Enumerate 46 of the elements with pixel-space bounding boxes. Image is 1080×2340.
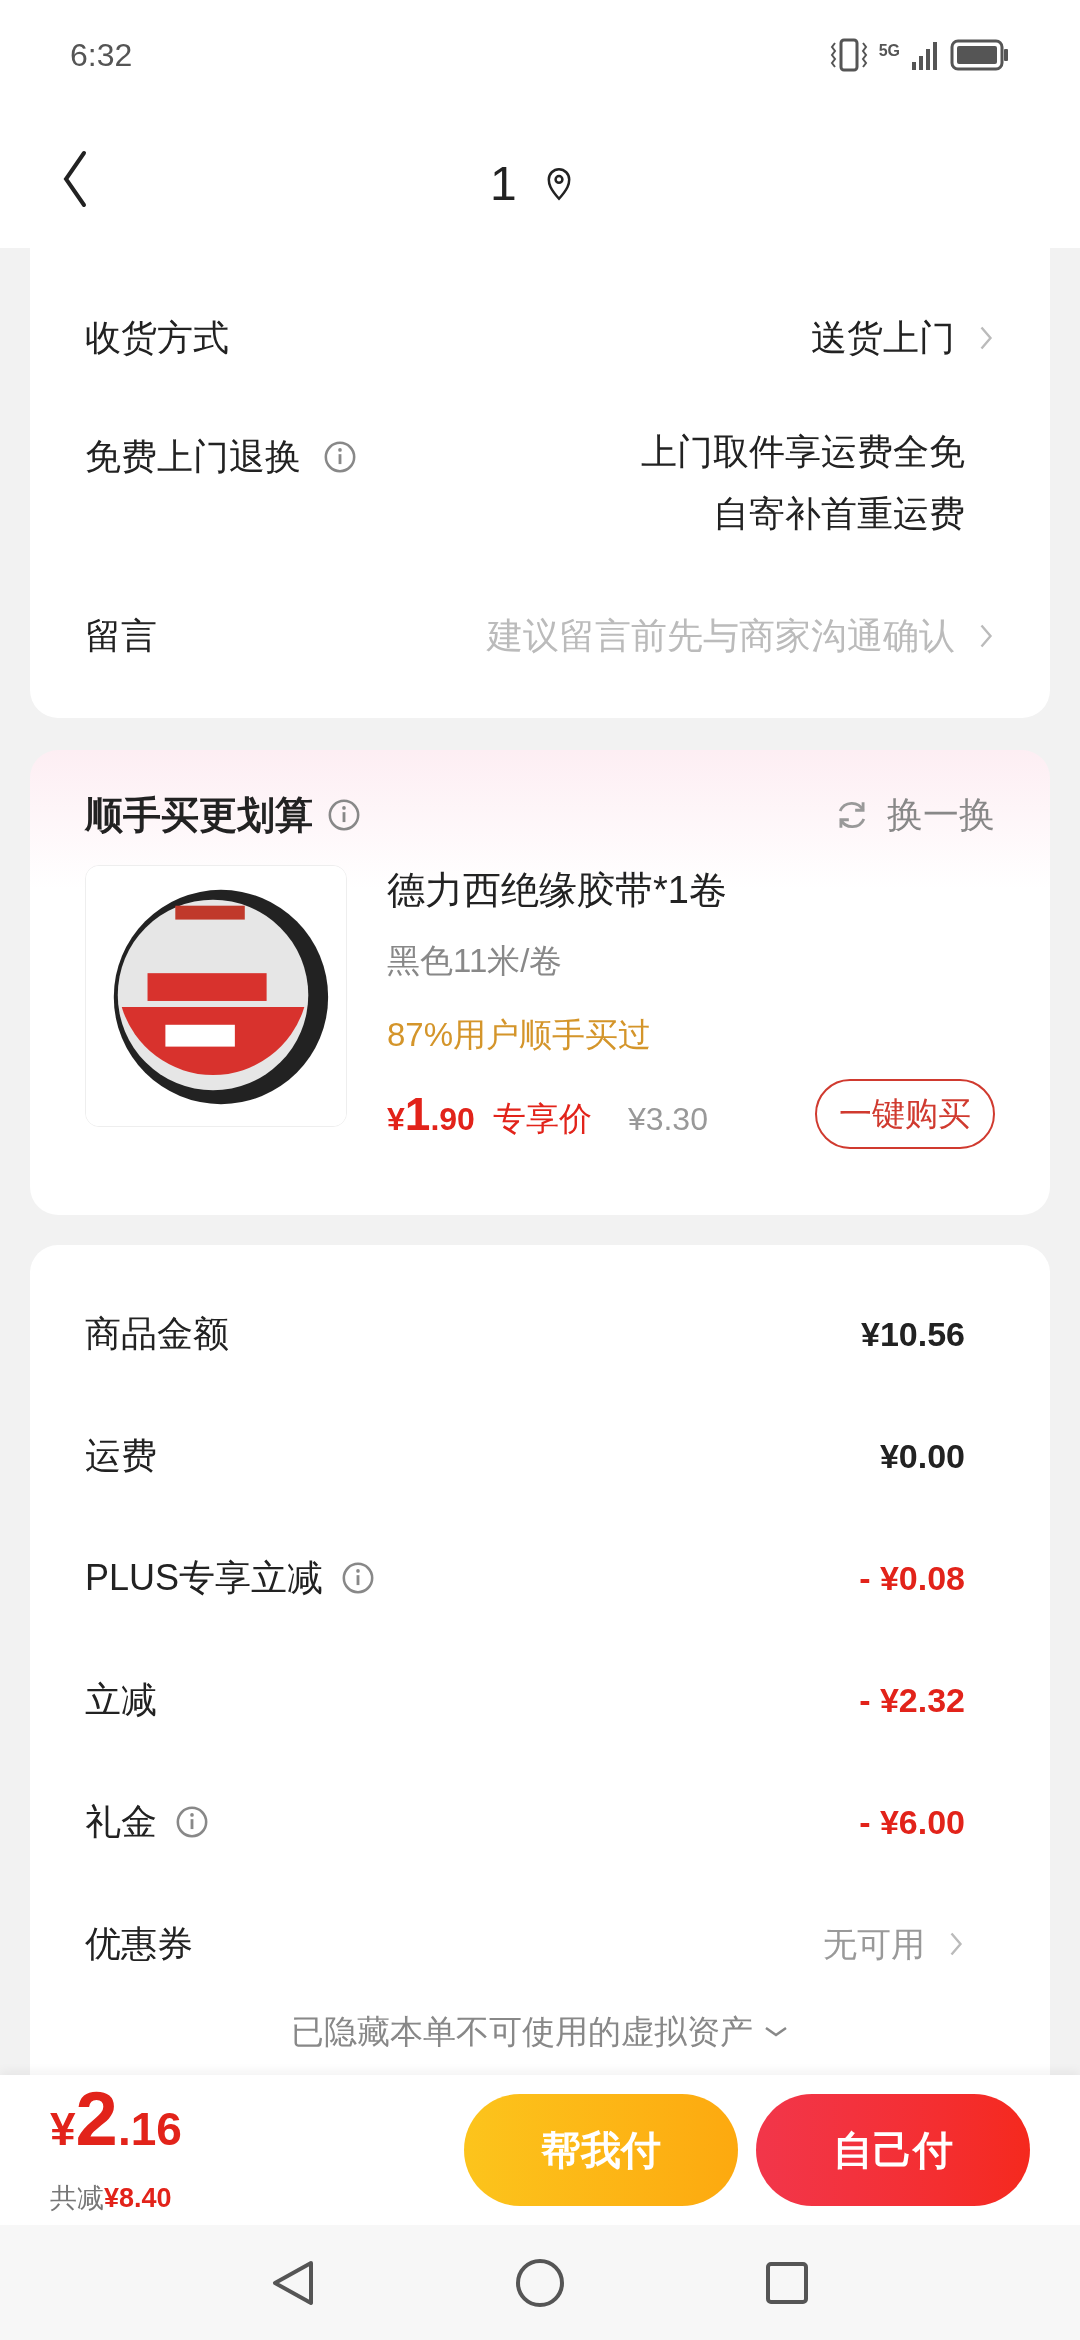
row-label: 商品金额 (85, 1312, 229, 1356)
return-policy-text: 上门取件享运费全免 (641, 430, 965, 474)
hidden-assets-note[interactable]: 已隐藏本单不可使用的虚拟资产 (291, 2007, 753, 2057)
address-title[interactable]: 1 (490, 148, 517, 220)
row-label: PLUS专享立减 (85, 1556, 324, 1600)
product-spec: 黑色11米/卷 (387, 941, 564, 981)
one-click-buy-button[interactable]: 一键购买 (815, 1079, 995, 1149)
product-name[interactable]: 德力西绝缘胶带*1卷 (387, 865, 995, 915)
info-icon[interactable] (341, 1561, 376, 1595)
original-price: ¥3.30 (627, 1099, 708, 1139)
back-nav-icon[interactable] (271, 2258, 315, 2307)
recents-nav-icon[interactable] (765, 2260, 809, 2305)
price-tag: 专享价 (492, 1093, 592, 1143)
total-price: ¥2.16 (50, 2081, 182, 2164)
row-label: 礼金 (85, 1800, 157, 1844)
amount-value: - ¥6.00 (859, 1801, 965, 1843)
return-policy-text: 自寄补首重运费 (713, 492, 965, 536)
row-label: 留言 (85, 614, 157, 658)
amount-value: ¥10.56 (861, 1313, 965, 1355)
delivery-method-value[interactable]: 送货上门 (811, 311, 955, 365)
info-icon[interactable] (323, 440, 357, 474)
social-proof-text: 87%用户顺手买过 (387, 1015, 653, 1055)
refresh-button[interactable]: 换一换 (833, 788, 995, 842)
message-field[interactable]: 建议留言前先与商家沟通确认 (415, 609, 955, 663)
battery-icon (950, 39, 1010, 71)
row-label: 收货方式 (85, 316, 229, 360)
row-label: 运费 (85, 1434, 157, 1478)
status-time: 6:32 (70, 36, 133, 75)
row-label: 优惠券 (85, 1922, 193, 1966)
info-icon[interactable] (175, 1805, 209, 1839)
network-type: 5G (878, 41, 900, 61)
product-price: ¥1.90 (387, 1086, 475, 1142)
home-nav-icon[interactable] (515, 2257, 565, 2308)
amount-value: - ¥2.32 (859, 1679, 965, 1721)
signal-icon (910, 40, 940, 70)
coupon-value[interactable]: 无可用 (823, 1918, 925, 1970)
amount-value: - ¥0.08 (859, 1557, 965, 1599)
saved-label: 共减 (50, 2182, 104, 2216)
amount-value: ¥0.00 (879, 1435, 965, 1477)
row-label: 立减 (85, 1678, 157, 1722)
saved-amount: ¥8.40 (104, 2182, 172, 2216)
vibrate-icon (828, 37, 869, 73)
section-title: 顺手买更划算 (85, 792, 313, 838)
info-icon[interactable] (327, 798, 361, 832)
pay-myself-button[interactable]: 自己付 (756, 2094, 1030, 2206)
row-label: 免费上门退换 (85, 435, 301, 479)
